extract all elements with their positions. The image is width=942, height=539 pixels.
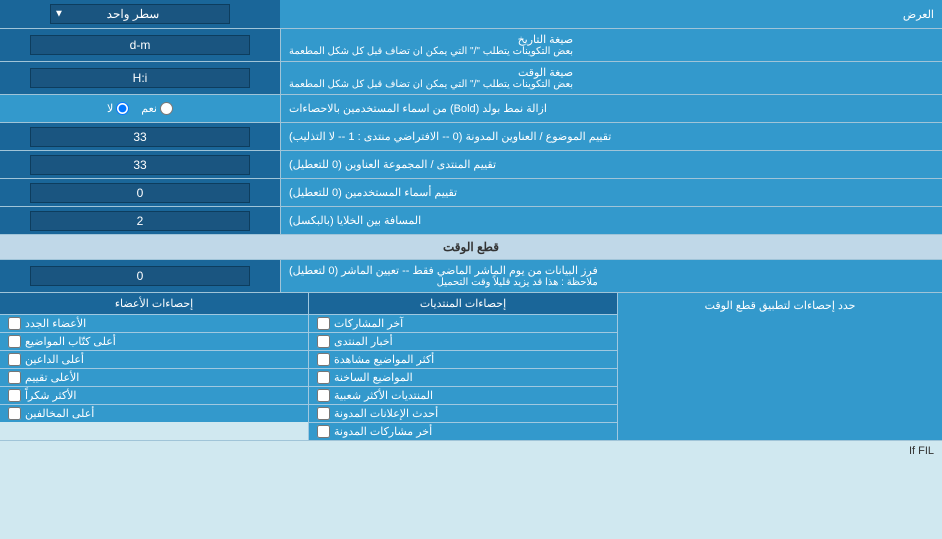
checkboxes-outer-row: حدد إحصاءات لتطبيق قطع الوقت إحصاءات الم… <box>0 293 942 441</box>
bold-yes-label[interactable]: نعم <box>141 102 173 115</box>
cell-spacing-input[interactable] <box>30 211 250 231</box>
header-row: العرض سطر واحد سطران ثلاثة أسطر ▼ <box>0 0 942 29</box>
checkbox-col1-5[interactable] <box>317 407 330 420</box>
time-format-label: صيغة الوقت بعض التكوينات يتطلب "/" التي … <box>280 62 942 94</box>
list-item: الأعضاء الجدد <box>0 315 308 333</box>
time-format-input[interactable] <box>30 68 250 88</box>
col1-container: إحصاءات المنتديات آخر المشاركات أخبار ال… <box>308 293 617 440</box>
time-cutoff-row: فرز البيانات من يوم الماشر الماضي فقط --… <box>0 260 942 293</box>
bold-yes-radio[interactable] <box>160 102 173 115</box>
bold-remove-row: ازالة نمط بولد (Bold) من اسماء المستخدمي… <box>0 95 942 123</box>
checkbox-col2-3[interactable] <box>8 371 21 384</box>
time-cutoff-header: قطع الوقت <box>0 235 942 260</box>
limit-label-cell: حدد إحصاءات لتطبيق قطع الوقت <box>617 293 942 440</box>
checkbox-col2-0[interactable] <box>8 317 21 330</box>
list-item: آخر المشاركات <box>309 315 617 333</box>
col2-header: إحصاءات الأعضاء <box>0 293 308 315</box>
checkbox-col1-1[interactable] <box>317 335 330 348</box>
forum-sort-row: تقييم المنتدى / المجموعة العناوين (0 للت… <box>0 151 942 179</box>
forum-sort-input[interactable] <box>30 155 250 175</box>
usernames-sort-label: تقييم أسماء المستخدمين (0 للتعطيل) <box>280 179 942 206</box>
cell-spacing-input-cell <box>0 207 280 234</box>
forum-sort-input-cell <box>0 151 280 178</box>
time-cutoff-label: فرز البيانات من يوم الماشر الماضي فقط --… <box>280 260 942 292</box>
bold-no-radio[interactable] <box>116 102 129 115</box>
forum-sort-label: تقييم المنتدى / المجموعة العناوين (0 للت… <box>280 151 942 178</box>
display-dropdown-wrapper: سطر واحد سطران ثلاثة أسطر ▼ <box>50 4 230 24</box>
cell-spacing-label: المسافة بين الخلايا (بالبكسل) <box>280 207 942 234</box>
checkbox-col1-3[interactable] <box>317 371 330 384</box>
usernames-sort-row: تقييم أسماء المستخدمين (0 للتعطيل) <box>0 179 942 207</box>
date-format-input-cell <box>0 29 280 61</box>
bold-remove-radio-cell: نعم لا <box>0 95 280 122</box>
topics-sort-row: تقييم الموضوع / العناوين المدونة (0 -- ا… <box>0 123 942 151</box>
cell-spacing-row: المسافة بين الخلايا (بالبكسل) <box>0 207 942 235</box>
list-item: أكثر المواضيع مشاهدة <box>309 351 617 369</box>
header-label: العرض <box>280 4 942 25</box>
checkbox-col1-2[interactable] <box>317 353 330 366</box>
list-item: أحدث الإعلانات المدونة <box>309 405 617 423</box>
time-format-row: صيغة الوقت بعض التكوينات يتطلب "/" التي … <box>0 62 942 95</box>
time-cutoff-input[interactable] <box>30 266 250 286</box>
list-item: أعلى الداعين <box>0 351 308 369</box>
time-format-input-cell <box>0 62 280 94</box>
topics-sort-input[interactable] <box>30 127 250 147</box>
topics-sort-label: تقييم الموضوع / العناوين المدونة (0 -- ا… <box>280 123 942 150</box>
bottom-text: If FIL <box>0 441 942 461</box>
date-format-label: صيغة التاريخ بعض التكوينات يتطلب "/" الت… <box>280 29 942 61</box>
col1-items: آخر المشاركات أخبار المنتدى أكثر المواضي… <box>309 315 617 440</box>
checkbox-col1-0[interactable] <box>317 317 330 330</box>
date-format-input[interactable] <box>30 35 250 55</box>
date-format-row: صيغة التاريخ بعض التكوينات يتطلب "/" الت… <box>0 29 942 62</box>
usernames-sort-input-cell <box>0 179 280 206</box>
time-cutoff-input-cell <box>0 260 280 292</box>
checkbox-col1-6[interactable] <box>317 425 330 438</box>
checkbox-col1-4[interactable] <box>317 389 330 402</box>
list-item: أخبار المنتدى <box>309 333 617 351</box>
list-item: أخر مشاركات المدونة <box>309 423 617 440</box>
list-item: أعلى كتّاب المواضيع <box>0 333 308 351</box>
checkbox-col2-1[interactable] <box>8 335 21 348</box>
list-item: المواضيع الساخنة <box>309 369 617 387</box>
bold-no-label[interactable]: لا <box>107 102 129 115</box>
checkbox-col2-2[interactable] <box>8 353 21 366</box>
list-item: المنتديات الأكثر شعبية <box>309 387 617 405</box>
col1-header: إحصاءات المنتديات <box>309 293 617 315</box>
col2-container: إحصاءات الأعضاء الأعضاء الجدد أعلى كتّاب… <box>0 293 308 440</box>
header-dropdown-cell: سطر واحد سطران ثلاثة أسطر ▼ <box>0 0 280 28</box>
display-dropdown[interactable]: سطر واحد سطران ثلاثة أسطر <box>50 4 230 24</box>
list-item: الأكثر شكراً <box>0 387 308 405</box>
checkbox-col2-4[interactable] <box>8 389 21 402</box>
col2-items: الأعضاء الجدد أعلى كتّاب المواضيع أعلى ا… <box>0 315 308 422</box>
list-item: الأعلى تقييم <box>0 369 308 387</box>
topics-sort-input-cell <box>0 123 280 150</box>
list-item: أعلى المخالفين <box>0 405 308 422</box>
bold-remove-label: ازالة نمط بولد (Bold) من اسماء المستخدمي… <box>280 95 942 122</box>
usernames-sort-input[interactable] <box>30 183 250 203</box>
checkbox-col2-5[interactable] <box>8 407 21 420</box>
